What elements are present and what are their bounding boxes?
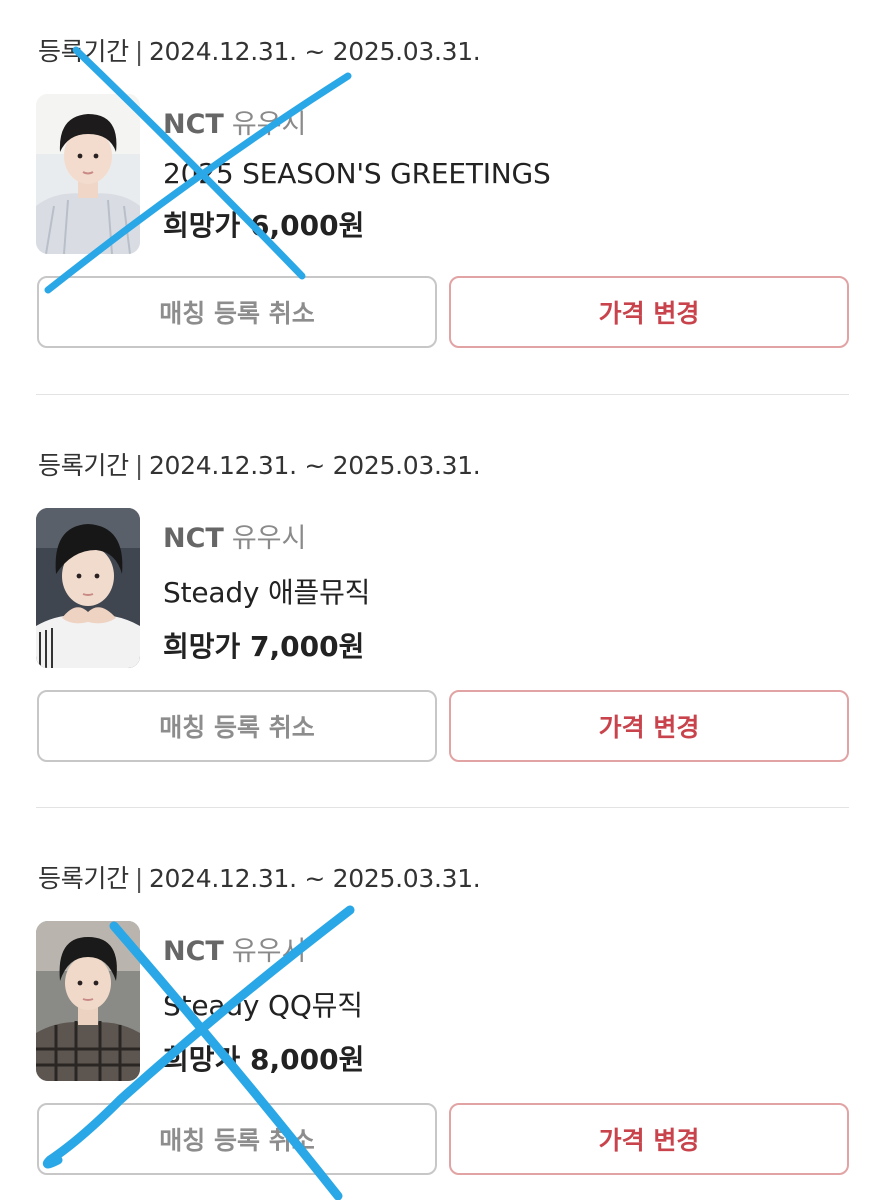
registration-period: 등록기간 | 2024.12.31. ~ 2025.03.31. (38, 446, 481, 482)
cancel-matching-button[interactable]: 매칭 등록 취소 (37, 690, 437, 762)
period-separator: | (134, 451, 143, 480)
artist-name: NCT (163, 936, 224, 967)
item-info: NCT 유우시 2025 SEASON'S GREETINGS 희망가 6,000… (163, 102, 551, 244)
change-price-button[interactable]: 가격 변경 (449, 690, 849, 762)
divider (36, 807, 849, 808)
listing-card: 등록기간 | 2024.12.31. ~ 2025.03.31. NCT 유우시 20… (0, 0, 886, 414)
photocard-thumbnail[interactable] (36, 94, 140, 254)
item-title: Steady QQ뮤직 (163, 989, 363, 1022)
period-label: 등록기간 (38, 451, 129, 480)
artist-line: NCT 유우시 (163, 516, 370, 555)
price-label: 희망가 (163, 209, 241, 242)
photocard-thumbnail[interactable] (36, 508, 140, 668)
listing-card: 등록기간 | 2024.12.31. ~ 2025.03.31. NCT 유우시 St… (0, 414, 886, 828)
cancel-matching-button[interactable]: 매칭 등록 취소 (37, 276, 437, 348)
artist-name: NCT (163, 523, 224, 554)
registration-period: 등록기간 | 2024.12.31. ~ 2025.03.31. (38, 32, 481, 68)
price-value: 7,000원 (250, 630, 365, 663)
change-price-button[interactable]: 가격 변경 (449, 276, 849, 348)
item-info: NCT 유우시 Steady 애플뮤직 희망가 7,000원 (163, 516, 370, 665)
desired-price: 희망가 8,000원 (163, 1038, 364, 1078)
period-label: 등록기간 (38, 37, 129, 66)
period-label: 등록기간 (38, 864, 129, 893)
member-name: 유우시 (231, 109, 307, 140)
period-value: 2024.12.31. ~ 2025.03.31. (148, 451, 481, 480)
listing-card: 등록기간 | 2024.12.31. ~ 2025.03.31. NCT 유우시 St… (0, 827, 886, 1200)
desired-price: 희망가 7,000원 (163, 625, 370, 665)
change-price-button[interactable]: 가격 변경 (449, 1103, 849, 1175)
desired-price: 희망가 6,000원 (163, 204, 551, 244)
item-title: 2025 SEASON'S GREETINGS (163, 157, 551, 190)
artist-line: NCT 유우시 (163, 929, 364, 968)
cancel-matching-button[interactable]: 매칭 등록 취소 (37, 1103, 437, 1175)
registration-period: 등록기간 | 2024.12.31. ~ 2025.03.31. (38, 859, 481, 895)
divider (36, 394, 849, 395)
artist-line: NCT 유우시 (163, 102, 551, 141)
price-label: 희망가 (163, 1043, 241, 1076)
matching-list: 등록기간 | 2024.12.31. ~ 2025.03.31. NCT 유우시 20… (0, 0, 886, 1200)
period-value: 2024.12.31. ~ 2025.03.31. (148, 37, 481, 66)
item-info: NCT 유우시 Steady QQ뮤직 희망가 8,000원 (163, 929, 364, 1078)
price-value: 6,000원 (250, 209, 365, 242)
member-name: 유우시 (231, 523, 307, 554)
period-separator: | (134, 37, 143, 66)
member-name: 유우시 (231, 936, 307, 967)
price-value: 8,000원 (250, 1043, 365, 1076)
period-separator: | (134, 864, 143, 893)
photocard-thumbnail[interactable] (36, 921, 140, 1081)
price-label: 희망가 (163, 630, 241, 663)
item-title: Steady 애플뮤직 (163, 576, 371, 609)
period-value: 2024.12.31. ~ 2025.03.31. (148, 864, 481, 893)
artist-name: NCT (163, 109, 224, 140)
